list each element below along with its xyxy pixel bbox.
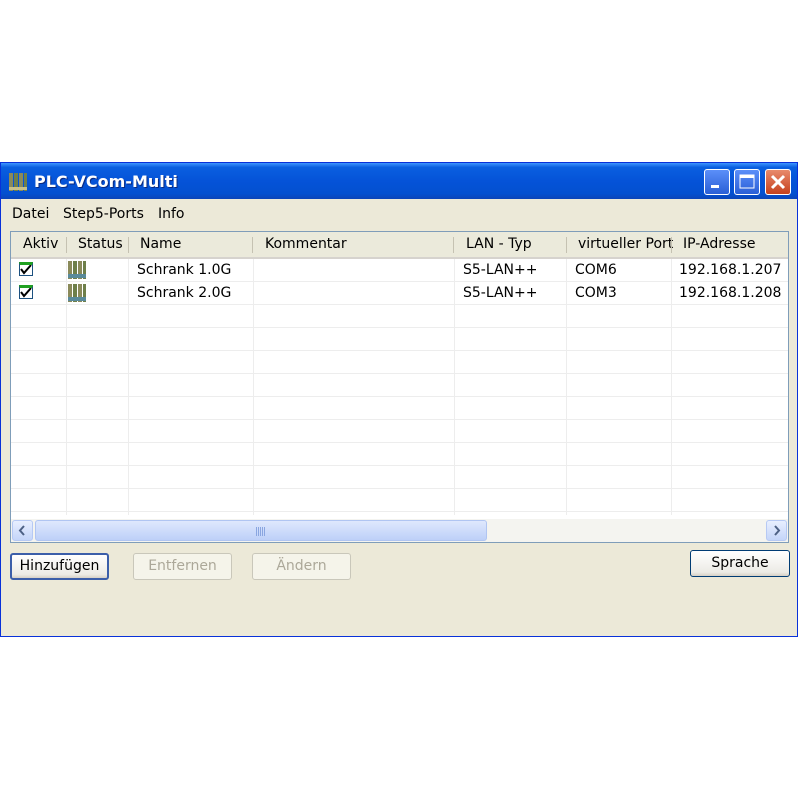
close-icon (770, 174, 786, 190)
close-button[interactable] (765, 169, 791, 195)
empty-row (11, 420, 788, 443)
maximize-icon (739, 174, 755, 189)
empty-row (11, 351, 788, 374)
column-header-status[interactable]: Status (78, 232, 123, 257)
scroll-left-button[interactable] (12, 520, 33, 541)
add-button[interactable]: Hinzufügen (10, 553, 109, 580)
empty-row (11, 397, 788, 420)
column-header-name[interactable]: Name (140, 232, 181, 257)
column-header-kommentar[interactable]: Kommentar (265, 232, 347, 257)
remove-button[interactable]: Entfernen (133, 553, 232, 580)
plc-status-icon (68, 284, 86, 302)
horizontal-scrollbar[interactable] (11, 519, 788, 542)
column-header-aktiv[interactable]: Aktiv (23, 232, 58, 257)
table-row[interactable]: Schrank 2.0G S5-LAN++ COM3 192.168.1.208 (11, 282, 788, 305)
maximize-button[interactable] (734, 169, 760, 195)
lan-type-cell: S5-LAN++ (463, 262, 538, 278)
empty-row (11, 489, 788, 512)
active-checkbox[interactable] (19, 285, 33, 299)
title-bar[interactable]: PLC-VCom-Multi (1, 163, 797, 199)
list-header: Aktiv Status Name Kommentar LAN - Typ vi… (11, 232, 788, 259)
chevron-left-icon (18, 525, 25, 536)
checkmark-icon (20, 288, 32, 298)
active-checkbox[interactable] (19, 262, 33, 276)
empty-row (11, 328, 788, 351)
chevron-right-icon (774, 525, 781, 536)
empty-row (11, 443, 788, 466)
menu-step5-ports[interactable]: Step5-Ports (63, 206, 144, 222)
menu-bar: Datei Step5-Ports Info (1, 200, 797, 227)
port-cell: COM3 (575, 285, 617, 301)
plc-app-icon (9, 173, 27, 191)
change-button[interactable]: Ändern (252, 553, 351, 580)
main-window: PLC-VCom-Multi Datei Step5-Ports Info Ak… (0, 162, 798, 637)
empty-row (11, 305, 788, 328)
column-header-virtual-port[interactable]: virtueller Port (578, 232, 673, 257)
name-cell: Schrank 1.0G (137, 262, 232, 278)
ip-cell: 192.168.1.208 (679, 285, 782, 301)
column-header-lan-typ[interactable]: LAN - Typ (466, 232, 532, 257)
table-row[interactable]: Schrank 1.0G S5-LAN++ COM6 192.168.1.207 (11, 259, 788, 282)
lan-type-cell: S5-LAN++ (463, 285, 538, 301)
port-cell: COM6 (575, 262, 617, 278)
plc-status-icon (68, 261, 86, 279)
ip-cell: 192.168.1.207 (679, 262, 782, 278)
empty-row (11, 374, 788, 397)
language-button[interactable]: Sprache (690, 550, 790, 577)
name-cell: Schrank 2.0G (137, 285, 232, 301)
empty-row (11, 466, 788, 489)
grip-icon (256, 527, 266, 536)
menu-datei[interactable]: Datei (12, 206, 49, 222)
checkmark-icon (20, 265, 32, 275)
minimize-button[interactable] (704, 169, 730, 195)
scrollbar-thumb[interactable] (35, 520, 487, 541)
window-title: PLC-VCom-Multi (34, 172, 178, 191)
scroll-right-button[interactable] (766, 520, 787, 541)
connections-list[interactable]: Aktiv Status Name Kommentar LAN - Typ vi… (10, 231, 789, 543)
menu-info[interactable]: Info (158, 206, 185, 222)
minimize-icon (711, 185, 719, 188)
column-header-ip[interactable]: IP-Adresse (683, 232, 756, 257)
